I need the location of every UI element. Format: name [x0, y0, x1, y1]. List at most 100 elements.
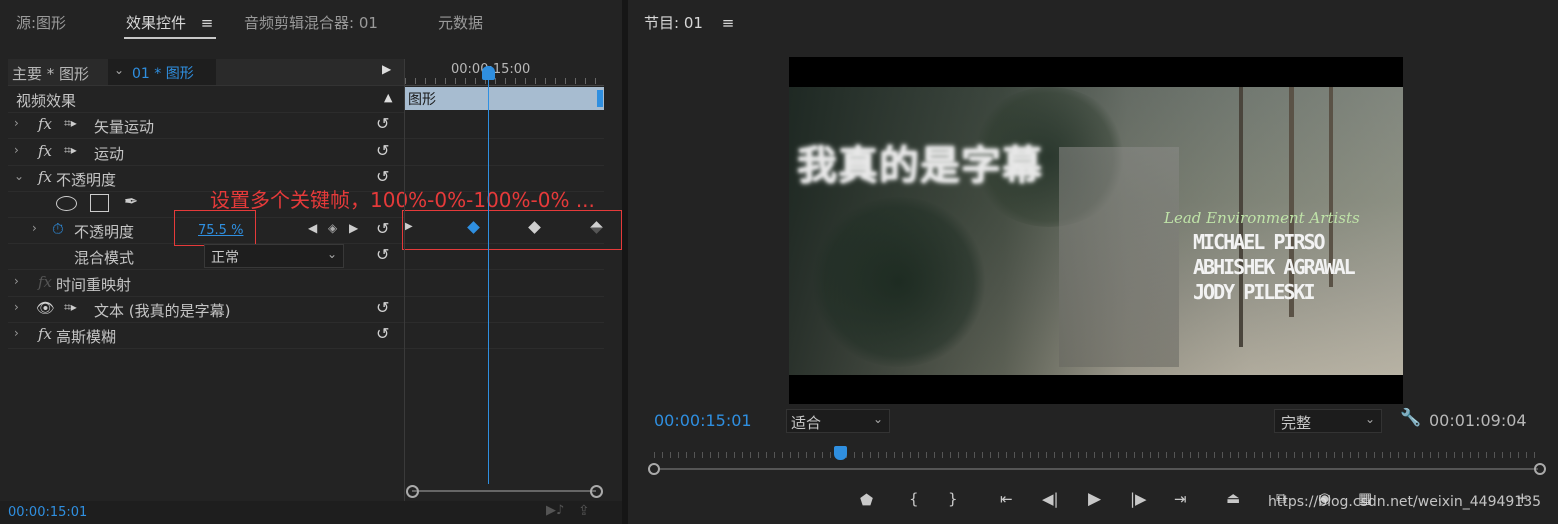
go-to-in-icon[interactable]: ⇤ [1000, 490, 1013, 508]
zoom-handle-left[interactable] [406, 485, 419, 498]
fx-icon[interactable]: fx [38, 168, 52, 186]
scrubber-handle-left[interactable] [648, 463, 660, 475]
reset-icon[interactable]: ↺ [376, 219, 389, 238]
panel-menu-icon[interactable]: ≡ [201, 14, 214, 32]
tab-source[interactable]: 源:图形 [16, 12, 66, 33]
chevron-right-icon[interactable]: › [14, 300, 19, 314]
quality-select[interactable]: 完整 ⌄ [1274, 409, 1382, 433]
effect-row-motion[interactable]: › fx ⌗▸ 运动 ↺ [8, 139, 404, 166]
chevron-right-icon[interactable]: › [14, 326, 19, 340]
chevron-right-icon[interactable]: › [14, 274, 19, 288]
chevron-right-icon[interactable]: › [14, 116, 19, 130]
timeline-row [405, 243, 604, 270]
program-current-timecode[interactable]: 00:00:15:01 [654, 411, 752, 430]
chevron-down-icon: ⌄ [114, 63, 125, 77]
opacity-property-label: 不透明度 [74, 223, 135, 241]
transform-box-icon[interactable]: ⌗▸ [64, 300, 77, 315]
fx-icon[interactable]: fx [38, 273, 52, 291]
chevron-right-icon[interactable]: › [14, 143, 19, 157]
effect-row-time-remap[interactable]: › fx 时间重映射 [8, 270, 404, 297]
ruler-ticks [405, 78, 604, 84]
scrubber-handle-right[interactable] [1534, 463, 1546, 475]
tab-program[interactable]: 节目: 01 ≡ [644, 12, 734, 33]
reset-icon[interactable]: ↺ [376, 114, 389, 133]
scrubber-playhead[interactable] [834, 446, 847, 460]
fx-icon[interactable]: fx [38, 142, 52, 160]
play-icon[interactable]: ▶ [1088, 489, 1101, 509]
program-monitor-panel: 节目: 01 ≡ 我真的是字幕 Lead Environment Artists… [628, 0, 1558, 524]
step-forward-icon[interactable]: |▶ [1130, 490, 1147, 508]
fit-value: 适合 [791, 414, 822, 432]
video-effects-header: 视频效果 ▲ [8, 86, 404, 113]
zoom-handle-right[interactable] [590, 485, 603, 498]
video-frame[interactable]: 我真的是字幕 Lead Environment Artists MICHAEL … [789, 57, 1403, 404]
blend-mode-select[interactable]: 正常 ⌄ [204, 244, 344, 268]
current-timecode[interactable]: 00:00:15:01 [8, 505, 87, 520]
eye-icon[interactable]: 👁 [36, 299, 55, 317]
quality-value: 完整 [1281, 414, 1312, 432]
effect-row-gaussian-blur[interactable]: › fx 高斯模糊 ↺ [8, 322, 404, 349]
annotation-note: 设置多个关键帧，100%-0%-100%-0% ... [210, 188, 595, 212]
duration-timecode: 00:01:09:04 [1429, 411, 1527, 430]
column-divider[interactable] [404, 59, 405, 501]
stopwatch-icon[interactable]: ⏱ [52, 220, 64, 238]
effect-controls-panel: 源:图形 效果控件 ≡ 音频剪辑混合器: 01 元数据 主要 * 图形 ⌄ 01… [0, 0, 622, 524]
video-subtitle: 我真的是字幕 [797, 143, 1043, 189]
video-image: 我真的是字幕 Lead Environment Artists MICHAEL … [789, 87, 1403, 375]
watermark-text: https://blog.csdn.net/weixin_44949135 [1268, 494, 1542, 510]
lift-icon[interactable]: ⏏ [1226, 489, 1240, 507]
text-layer-label: 文本 (我真的是字幕) [94, 302, 231, 320]
chevron-down-icon[interactable]: ⌄ [14, 169, 24, 183]
expand-timeline-icon[interactable]: ▶ [382, 62, 391, 76]
collapse-up-icon[interactable]: ▲ [384, 91, 392, 104]
scrubber-track[interactable] [658, 468, 1538, 470]
mark-out-icon[interactable]: } [948, 490, 958, 508]
add-keyframe-icon[interactable]: ◈ [328, 221, 337, 235]
reset-icon[interactable]: ↺ [376, 141, 389, 160]
reset-icon[interactable]: ↺ [376, 324, 389, 343]
transform-box-icon[interactable]: ⌗▸ [64, 116, 77, 131]
tab-effect-controls[interactable]: 效果控件 ≡ [126, 12, 213, 33]
effect-row-vector-motion[interactable]: › fx ⌗▸ 矢量运动 ↺ [8, 112, 404, 139]
clip-bar[interactable]: 图形 [405, 87, 604, 110]
chevron-right-icon[interactable]: › [32, 221, 37, 235]
timeline-zoom-bar[interactable] [412, 490, 596, 492]
go-to-out-icon[interactable]: ⇥ [1174, 490, 1187, 508]
clip-bar-end-handle[interactable] [597, 90, 603, 107]
footer-bar: 00:00:15:01 ▶♪ ⇪ [0, 501, 622, 524]
add-marker-icon[interactable]: ⬟ [860, 491, 873, 509]
export-frame-icon[interactable]: ⇪ [578, 503, 590, 519]
step-back-icon[interactable]: ◀| [1042, 490, 1059, 508]
opacity-label: 不透明度 [56, 171, 117, 189]
fx-icon[interactable]: fx [38, 325, 52, 343]
next-keyframe-icon[interactable]: ▶ [349, 221, 358, 235]
fx-icon[interactable]: fx [38, 115, 52, 133]
playhead-handle[interactable] [482, 66, 495, 80]
pen-mask-icon[interactable]: ✒ [124, 192, 138, 212]
panel-menu-icon[interactable]: ≡ [722, 14, 735, 32]
motion-label: 运动 [94, 145, 125, 163]
effect-row-text[interactable]: › 👁 ⌗▸ 文本 (我真的是字幕) ↺ [8, 296, 404, 323]
tab-audio-clip-mixer[interactable]: 音频剪辑混合器: 01 [244, 12, 378, 33]
reset-icon[interactable]: ↺ [376, 245, 389, 264]
tab-metadata[interactable]: 元数据 [438, 12, 483, 33]
timeline-ruler[interactable]: 00:00:15:00 [405, 59, 604, 86]
fit-select[interactable]: 适合 ⌄ [786, 409, 890, 433]
scrubber-ticks[interactable] [654, 452, 1540, 458]
credit-name: MICHAEL PIRSO [1193, 230, 1326, 254]
building-shape [1059, 147, 1179, 367]
rectangle-mask-icon[interactable] [90, 194, 109, 212]
clip-bar-label: 图形 [408, 92, 436, 108]
master-clip-label[interactable]: 主要 * 图形 [12, 63, 89, 84]
transform-box-icon[interactable]: ⌗▸ [64, 143, 77, 158]
audio-only-icon[interactable]: ▶♪ [546, 503, 564, 518]
playhead-line[interactable] [488, 76, 489, 484]
clip-dropdown[interactable]: ⌄ 01 * 图形 [108, 59, 216, 85]
prev-keyframe-icon[interactable]: ◀ [308, 221, 317, 235]
reset-icon[interactable]: ↺ [376, 298, 389, 317]
timeline-row [405, 322, 604, 349]
chevron-down-icon: ⌄ [1365, 412, 1376, 426]
mark-in-icon[interactable]: { [909, 490, 919, 508]
wrench-icon[interactable]: 🔧 [1400, 408, 1421, 428]
ellipse-mask-icon[interactable] [56, 196, 77, 211]
